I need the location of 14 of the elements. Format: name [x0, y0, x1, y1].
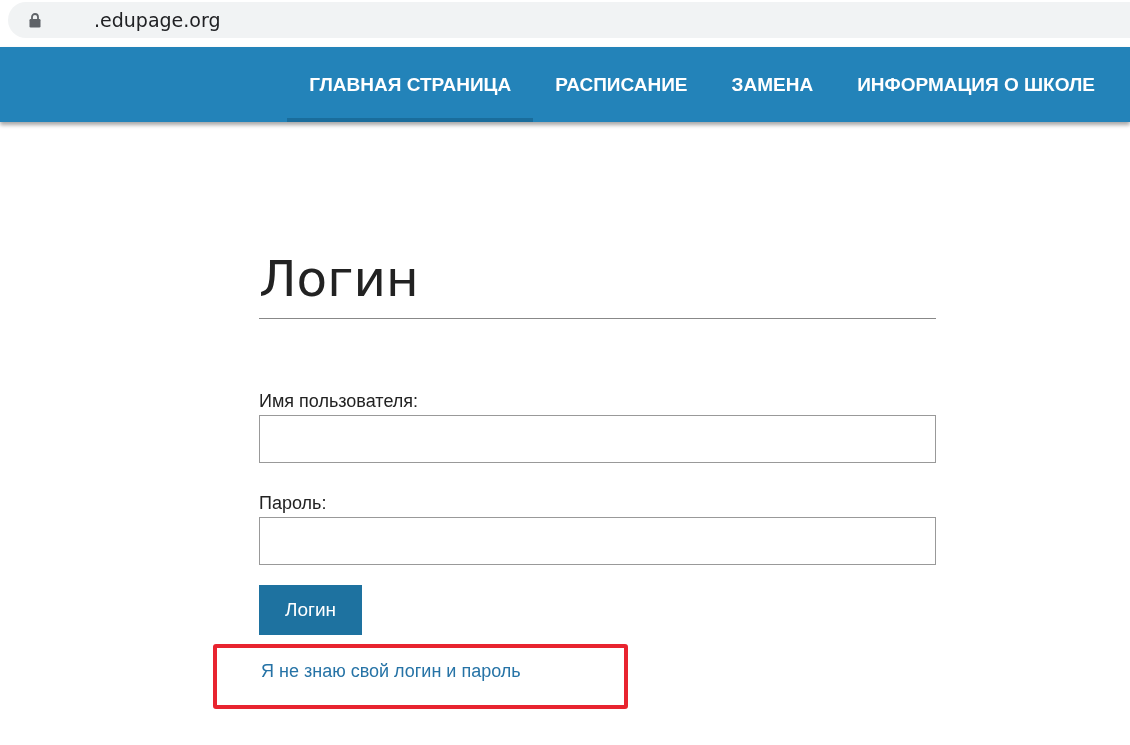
- nav-tab[interactable]: ИНФОРМАЦИЯ О ШКОЛЕ: [835, 47, 1117, 122]
- field-label: Имя пользователя:: [259, 391, 420, 412]
- url-text: .edupage.org: [94, 9, 221, 31]
- input-field[interactable]: [259, 517, 936, 565]
- page-title: Логин: [259, 250, 936, 319]
- address-bar[interactable]: .edupage.org: [8, 2, 1130, 38]
- login-button[interactable]: Логин: [259, 585, 362, 635]
- nav-tab[interactable]: РАСПИСАНИЕ: [533, 47, 710, 122]
- input-field[interactable]: [259, 415, 936, 463]
- lock-icon: [29, 12, 41, 28]
- forgot-password-link[interactable]: Я не знаю свой логин и пароль: [261, 661, 521, 681]
- nav-tab[interactable]: ГЛАВНАЯ СТРАНИЦА: [287, 47, 534, 122]
- field-label: Пароль:: [259, 493, 328, 514]
- nav-tab[interactable]: ЗАМЕНА: [709, 47, 836, 122]
